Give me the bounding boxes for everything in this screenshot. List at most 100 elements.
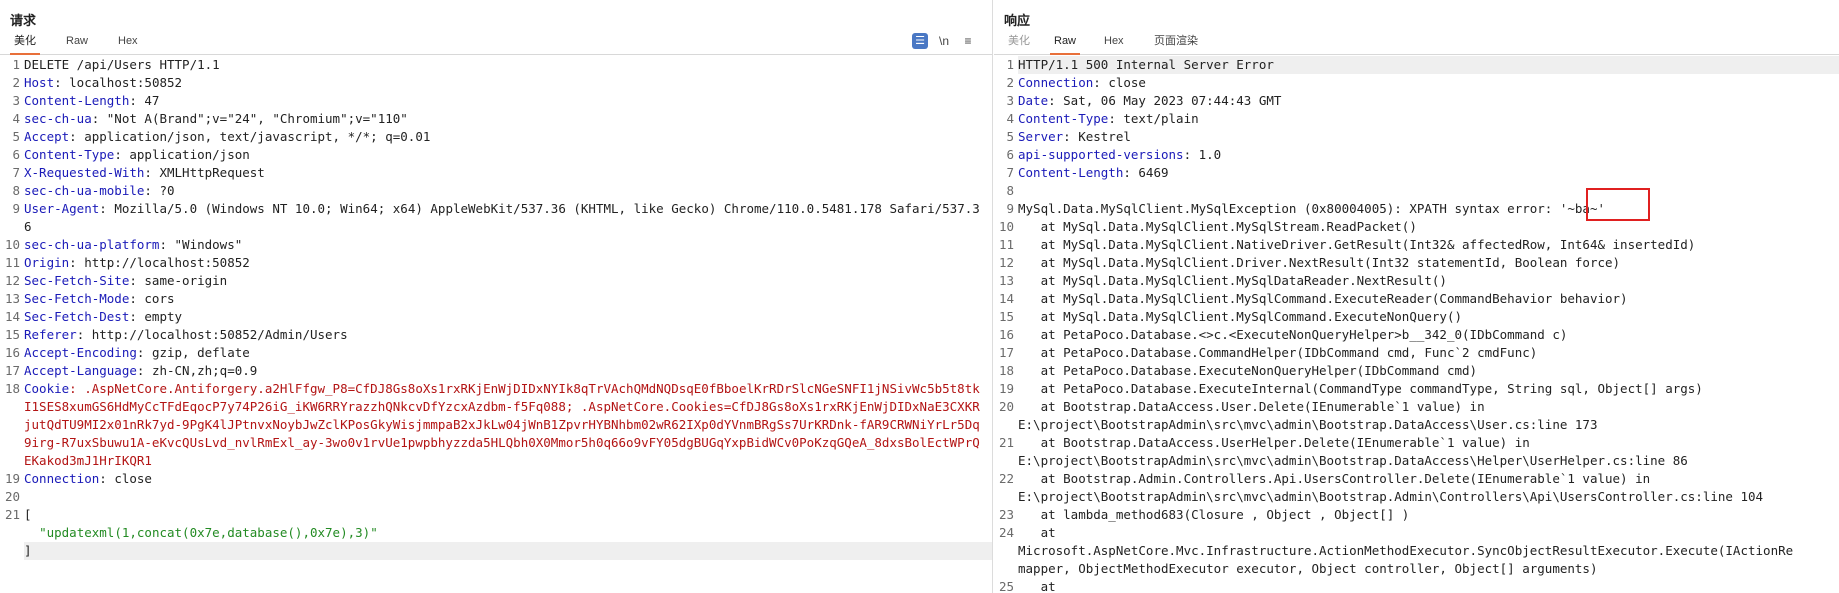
header-name: sec-ch-ua-platform bbox=[24, 237, 160, 252]
request-tab-pretty[interactable]: 美化 bbox=[10, 34, 40, 55]
line-number: 19 bbox=[4, 471, 20, 486]
code-text: at MySql.Data.MySqlClient.MySqlCommand.E… bbox=[1018, 291, 1628, 306]
code-line: 10 sec-ch-ua-platform: "Windows" bbox=[0, 236, 992, 254]
request-tab-hex[interactable]: Hex bbox=[114, 34, 142, 53]
line-content: X-Requested-With: XMLHttpRequest bbox=[24, 164, 992, 182]
code-line: 3 Content-Length: 47 bbox=[0, 92, 992, 110]
line-content: Content-Length: 6469 bbox=[1018, 164, 1839, 182]
line-number: 10 bbox=[998, 219, 1014, 234]
line-content: Cookie: .AspNetCore.Antiforgery.a2HlFfgw… bbox=[24, 380, 992, 470]
line-content: [ bbox=[24, 506, 992, 524]
code-text: : Kestrel bbox=[1063, 129, 1131, 144]
code-line: 14 at MySql.Data.MySqlClient.MySqlComman… bbox=[994, 290, 1839, 308]
line-content: at PetaPoco.Database.<>c.<ExecuteNonQuer… bbox=[1018, 326, 1839, 344]
code-line: 7 Content-Length: 6469 bbox=[994, 164, 1839, 182]
code-line: 25 at bbox=[994, 578, 1839, 593]
header-name: Accept-Language bbox=[24, 363, 137, 378]
header-name: Origin bbox=[24, 255, 70, 270]
response-tab-raw[interactable]: Raw bbox=[1050, 34, 1081, 55]
header-name: Sec-Fetch-Mode bbox=[24, 291, 130, 306]
line-content: User-Agent: Mozilla/5.0 (Windows NT 10.0… bbox=[24, 200, 992, 236]
line-number: 12 bbox=[4, 273, 20, 288]
line-number: 3 bbox=[1006, 93, 1014, 108]
line-content: Content-Length: 47 bbox=[24, 92, 992, 110]
line-content: HTTP/1.1 500 Internal Server Error bbox=[1018, 56, 1839, 74]
code-line: 11 Origin: http://localhost:50852 bbox=[0, 254, 992, 272]
line-number: 4 bbox=[12, 111, 20, 126]
header-name: Content-Length bbox=[24, 93, 130, 108]
code-text: ] bbox=[24, 543, 32, 558]
line-number: 23 bbox=[998, 507, 1014, 522]
line-number: 10 bbox=[4, 237, 20, 252]
header-name: Sec-Fetch-Site bbox=[24, 273, 130, 288]
line-number: 15 bbox=[998, 309, 1014, 324]
request-toolbar: ☰ \n ≡ bbox=[912, 32, 982, 52]
code-text: at PetaPoco.Database.ExecuteNonQueryHelp… bbox=[1018, 363, 1478, 378]
code-line: 8 sec-ch-ua-mobile: ?0 bbox=[0, 182, 992, 200]
header-name: Server bbox=[1018, 129, 1064, 144]
code-text: at Bootstrap.DataAccess.User.Delete(IEnu… bbox=[1018, 399, 1598, 432]
line-number: 21 bbox=[998, 435, 1014, 450]
line-content: Accept-Encoding: gzip, deflate bbox=[24, 344, 992, 362]
code-text: "updatexml(1,concat(0x7e,database(),0x7e… bbox=[24, 525, 378, 540]
line-number: 11 bbox=[4, 255, 20, 270]
code-line: 12 at MySql.Data.MySqlClient.Driver.Next… bbox=[994, 254, 1839, 272]
line-number: 20 bbox=[4, 489, 20, 504]
code-text: : 1.0 bbox=[1183, 147, 1222, 162]
code-line: 20 bbox=[0, 488, 992, 506]
menu-icon[interactable]: ≡ bbox=[960, 33, 976, 49]
newline-toggle-button[interactable]: \n bbox=[936, 33, 952, 49]
line-number: 14 bbox=[998, 291, 1014, 306]
line-number: 25 bbox=[998, 579, 1014, 593]
line-number: 4 bbox=[1006, 111, 1014, 126]
line-content: Connection: close bbox=[24, 470, 992, 488]
code-line: 11 at MySql.Data.MySqlClient.NativeDrive… bbox=[994, 236, 1839, 254]
code-line: 18 Cookie: .AspNetCore.Antiforgery.a2HlFf… bbox=[0, 380, 992, 470]
line-number: 6 bbox=[12, 147, 20, 162]
code-line: 16 at PetaPoco.Database.<>c.<ExecuteNonQ… bbox=[994, 326, 1839, 344]
line-content: at MySql.Data.MySqlClient.Driver.NextRes… bbox=[1018, 254, 1839, 272]
line-content: at Bootstrap.Admin.Controllers.Api.Users… bbox=[1018, 470, 1839, 506]
response-tab-render[interactable]: 页面渲染 bbox=[1150, 34, 1202, 53]
code-line: 15 at MySql.Data.MySqlClient.MySqlComman… bbox=[994, 308, 1839, 326]
code-line: 2 Connection: close bbox=[994, 74, 1839, 92]
line-content: Host: localhost:50852 bbox=[24, 74, 992, 92]
line-number: 13 bbox=[4, 291, 20, 306]
code-text: : "Windows" bbox=[159, 237, 243, 252]
line-content: at bbox=[1018, 578, 1839, 593]
header-name: Date bbox=[1018, 93, 1049, 108]
code-line: 20 at Bootstrap.DataAccess.User.Delete(I… bbox=[994, 398, 1839, 434]
code-text: at lambda_method683(Closure , Object , O… bbox=[1018, 507, 1410, 522]
line-number: 9 bbox=[1006, 201, 1014, 216]
request-tab-raw[interactable]: Raw bbox=[62, 34, 92, 53]
line-number: 17 bbox=[4, 363, 20, 378]
line-content: Server: Kestrel bbox=[1018, 128, 1839, 146]
wrap-lines-icon[interactable]: ☰ bbox=[912, 33, 928, 49]
header-name: User-Agent bbox=[24, 201, 100, 216]
code-line: 9 MySql.Data.MySqlClient.MySqlException (… bbox=[994, 200, 1839, 218]
request-editor[interactable]: 1 DELETE /api/Users HTTP/1.1 2 Host: localh… bbox=[0, 56, 992, 593]
header-name: Content-Type bbox=[24, 147, 115, 162]
code-line: "updatexml(1,concat(0x7e,database(),0x7e… bbox=[0, 524, 992, 542]
line-content: "updatexml(1,concat(0x7e,database(),0x7e… bbox=[24, 524, 992, 542]
code-text: : application/json bbox=[114, 147, 250, 162]
response-tab-pretty[interactable]: 美化 bbox=[1004, 34, 1034, 53]
code-text: at Bootstrap.DataAccess.UserHelper.Delet… bbox=[1018, 435, 1688, 468]
code-line: 14 Sec-Fetch-Dest: empty bbox=[0, 308, 992, 326]
line-number: 1 bbox=[12, 57, 20, 72]
line-number: 15 bbox=[4, 327, 20, 342]
line-number: 1 bbox=[1006, 57, 1014, 72]
code-text: : gzip, deflate bbox=[136, 345, 250, 360]
response-editor[interactable]: 1 HTTP/1.1 500 Internal Server Error 2 Conn… bbox=[994, 56, 1839, 593]
line-content: at MySql.Data.MySqlClient.MySqlCommand.E… bbox=[1018, 308, 1839, 326]
line-number bbox=[0, 542, 24, 560]
response-tab-hex[interactable]: Hex bbox=[1100, 34, 1128, 53]
line-number: 18 bbox=[998, 363, 1014, 378]
header-name: Cookie bbox=[24, 381, 70, 396]
code-line: 7 X-Requested-With: XMLHttpRequest bbox=[0, 164, 992, 182]
code-line: 4 sec-ch-ua: "Not A(Brand";v="24", "Chrom… bbox=[0, 110, 992, 128]
code-text: : 47 bbox=[129, 93, 160, 108]
header-name: X-Requested-With bbox=[24, 165, 145, 180]
line-content: Connection: close bbox=[1018, 74, 1839, 92]
line-number: 11 bbox=[998, 237, 1014, 252]
